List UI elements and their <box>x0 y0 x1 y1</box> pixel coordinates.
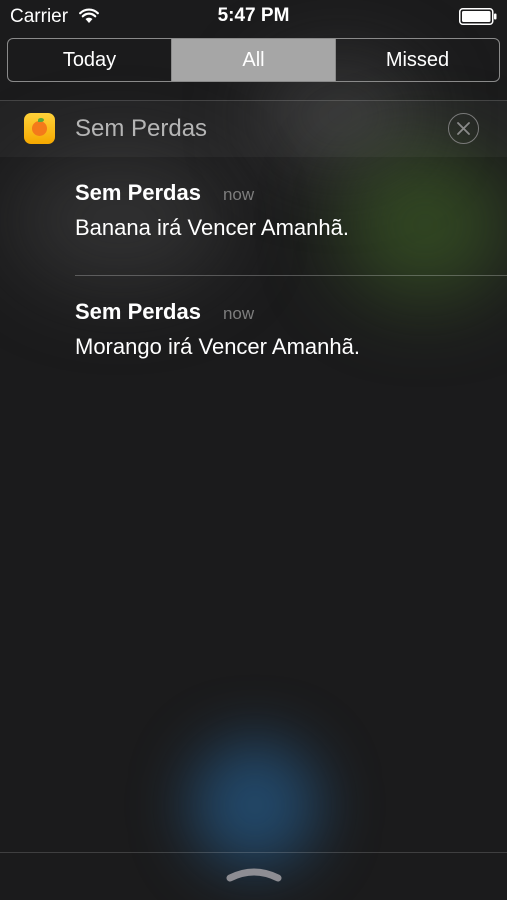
notification-message: Banana irá Vencer Amanhã. <box>75 215 349 240</box>
notification-message: Morango irá Vencer Amanhã. <box>75 334 360 359</box>
tab-all[interactable]: All <box>172 39 336 81</box>
tab-today[interactable]: Today <box>8 39 172 81</box>
status-time: 5:47 PM <box>217 5 290 26</box>
view-segmented-control: Today All Missed <box>7 38 500 82</box>
status-bar: Carrier 5:47 PM <box>0 0 507 34</box>
notification-item[interactable]: Sem Perdas now Banana irá Vencer Amanhã. <box>75 180 507 241</box>
clear-section-button[interactable] <box>448 113 479 144</box>
notification-title: Sem Perdas <box>75 299 201 324</box>
tab-missed[interactable]: Missed <box>336 39 499 81</box>
grabber-handle-icon[interactable] <box>224 862 284 884</box>
bottom-divider <box>0 852 507 853</box>
battery-icon <box>459 8 497 25</box>
notification-time: now <box>222 304 255 323</box>
orange-fruit-icon <box>24 113 55 144</box>
notification-title: Sem Perdas <box>75 180 201 205</box>
app-section-header: Sem Perdas <box>0 101 507 157</box>
close-icon <box>457 122 470 135</box>
notification-item[interactable]: Sem Perdas now Morango irá Vencer Amanhã. <box>75 299 507 360</box>
notification-time: now <box>222 185 255 204</box>
section-app-name: Sem Perdas <box>75 115 208 142</box>
notification-separator <box>75 275 507 276</box>
